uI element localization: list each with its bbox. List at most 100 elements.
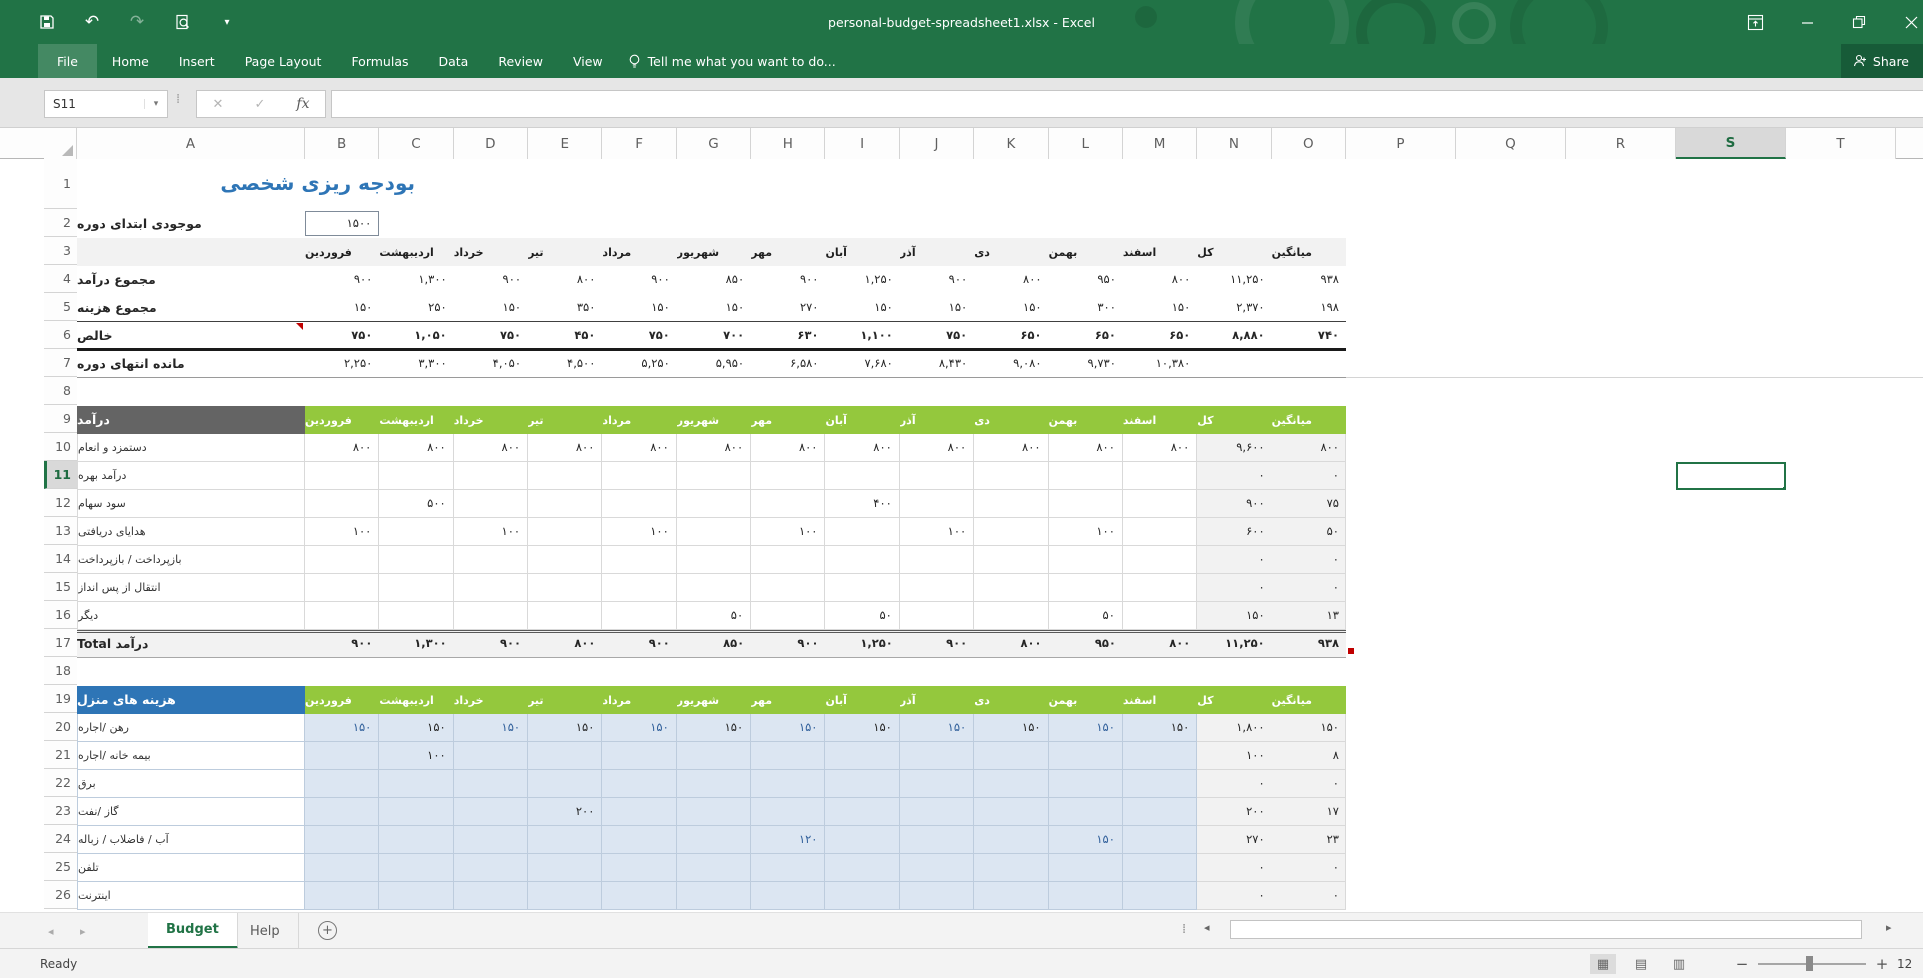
cell-total[interactable]: ۰ — [1197, 770, 1271, 798]
cell-value[interactable]: ۹۰۰ — [454, 630, 528, 658]
cell-value[interactable] — [454, 798, 528, 826]
cell-value[interactable] — [751, 602, 825, 630]
column-header-J[interactable]: J — [900, 128, 974, 159]
tab-review[interactable]: Review — [483, 44, 558, 78]
cell-value[interactable]: ۱۵۰ — [677, 714, 751, 742]
enter-formula-icon[interactable]: ✓ — [254, 97, 265, 112]
cell-value[interactable]: ۷۵۰ — [454, 322, 528, 350]
cell-value[interactable] — [454, 770, 528, 798]
cell-value[interactable] — [1049, 546, 1123, 574]
cell-value[interactable]: ۸۰۰ — [528, 630, 602, 658]
cell-average[interactable]: ۰ — [1272, 882, 1346, 910]
cell-value[interactable]: ۳۰۰ — [1049, 294, 1123, 322]
formula-bar-splitter[interactable]: ⁞ — [176, 92, 180, 107]
cell-value[interactable] — [751, 546, 825, 574]
selection-fill-handle[interactable] — [1782, 486, 1786, 490]
tab-insert[interactable]: Insert — [164, 44, 230, 78]
cell-value[interactable] — [528, 854, 602, 882]
cell-value[interactable]: ۱,۳۰۰ — [379, 630, 453, 658]
column-header-M[interactable]: M — [1123, 128, 1197, 159]
tab-scrollbar-splitter[interactable]: ⁞ — [1182, 922, 1187, 937]
tab-view[interactable]: View — [558, 44, 618, 78]
cell-value[interactable] — [900, 490, 974, 518]
column-header-E[interactable]: E — [528, 128, 602, 159]
cell-value[interactable]: ۸۰۰ — [974, 266, 1048, 294]
cell-value[interactable]: ۵,۲۵۰ — [602, 350, 676, 378]
column-header-I[interactable]: I — [825, 128, 899, 159]
cell-value[interactable]: ۲۵۰ — [379, 294, 453, 322]
cell-value[interactable] — [379, 602, 453, 630]
cell-value[interactable] — [528, 574, 602, 602]
cell-value[interactable]: ۳,۳۰۰ — [379, 350, 453, 378]
cell-value[interactable]: ۱۵۰ — [1123, 714, 1197, 742]
cell-value[interactable] — [900, 546, 974, 574]
column-header-A[interactable]: A — [77, 128, 305, 159]
hscroll-left-icon[interactable]: ◂ — [1204, 921, 1210, 934]
cell-value[interactable] — [751, 770, 825, 798]
cell-value[interactable] — [454, 490, 528, 518]
cell-value[interactable] — [974, 602, 1048, 630]
cell-value[interactable] — [900, 742, 974, 770]
cell-value[interactable] — [751, 742, 825, 770]
cell-value[interactable] — [1123, 490, 1197, 518]
cell-value[interactable]: ۸۰۰ — [1049, 434, 1123, 462]
cell-value[interactable] — [379, 882, 453, 910]
cell-value[interactable] — [751, 798, 825, 826]
cell-value[interactable]: ۱۵۰ — [454, 714, 528, 742]
cell-value[interactable]: ۷۴۰ — [1272, 322, 1346, 350]
restore-button[interactable] — [1833, 0, 1885, 44]
cell-value[interactable] — [454, 826, 528, 854]
cell-average[interactable]: ۲۳ — [1272, 826, 1346, 854]
column-header-P[interactable]: P — [1346, 128, 1456, 159]
cell-value[interactable] — [1123, 742, 1197, 770]
cell-value[interactable] — [825, 518, 899, 546]
cell-value[interactable] — [974, 490, 1048, 518]
cell-value[interactable]: ۹,۷۳۰ — [1049, 350, 1123, 378]
cell-value[interactable] — [751, 882, 825, 910]
cell-value[interactable] — [379, 798, 453, 826]
cell-average[interactable]: ۸ — [1272, 742, 1346, 770]
sheet-nav-left-icon[interactable]: ◂ — [48, 913, 54, 949]
column-header-H[interactable]: H — [751, 128, 825, 159]
cell-value[interactable] — [602, 854, 676, 882]
cell-value[interactable] — [454, 742, 528, 770]
cell-value[interactable]: ۱۵۰ — [602, 714, 676, 742]
cell-total[interactable]: ۶۰۰ — [1197, 518, 1271, 546]
cell-value[interactable] — [900, 826, 974, 854]
cell-value[interactable]: ۹۳۸ — [1272, 266, 1346, 294]
cell-value[interactable]: ۱,۲۵۰ — [825, 630, 899, 658]
cell-value[interactable] — [305, 546, 379, 574]
sheet-tab-budget[interactable]: Budget — [148, 913, 238, 949]
cell-value[interactable]: ۹۰۰ — [602, 266, 676, 294]
cell-value[interactable]: ۹۰۰ — [900, 630, 974, 658]
cell-average[interactable]: ۱۳ — [1272, 602, 1346, 630]
cell-value[interactable] — [1049, 462, 1123, 490]
cell-value[interactable]: ۸۰۰ — [974, 630, 1048, 658]
cell-value[interactable]: ۱۵۰ — [1123, 294, 1197, 322]
insert-function-icon[interactable]: fx — [296, 96, 309, 112]
cell-value[interactable] — [677, 854, 751, 882]
cell-value[interactable]: ۹۰۰ — [305, 630, 379, 658]
ribbon-display-options-button[interactable] — [1729, 0, 1781, 44]
cell-value[interactable]: ۴۰۰ — [825, 490, 899, 518]
cell-value[interactable]: ۱۹۸ — [1272, 294, 1346, 322]
cell-value[interactable] — [825, 462, 899, 490]
cell-value[interactable] — [305, 882, 379, 910]
cell-total[interactable]: ۲۰۰ — [1197, 798, 1271, 826]
cell-value[interactable] — [305, 462, 379, 490]
column-header-K[interactable]: K — [974, 128, 1048, 159]
selected-cell-S11[interactable] — [1676, 462, 1786, 490]
cell-value[interactable] — [454, 602, 528, 630]
cell-value[interactable]: ۹۰۰ — [751, 266, 825, 294]
cell-value[interactable] — [900, 770, 974, 798]
cell-value[interactable] — [602, 798, 676, 826]
cell-value[interactable] — [379, 770, 453, 798]
cell-value[interactable]: ۱۲۰ — [751, 826, 825, 854]
cell-value[interactable]: ۱۰,۳۸۰ — [1123, 350, 1197, 378]
cell-value[interactable]: ۱۵۰ — [305, 714, 379, 742]
cell-value[interactable] — [751, 490, 825, 518]
cell-value[interactable] — [1123, 770, 1197, 798]
page-layout-view-icon[interactable]: ▤ — [1628, 954, 1654, 974]
cell-total[interactable]: ۱۰۰ — [1197, 742, 1271, 770]
cell-value[interactable]: ۱۵۰ — [751, 714, 825, 742]
